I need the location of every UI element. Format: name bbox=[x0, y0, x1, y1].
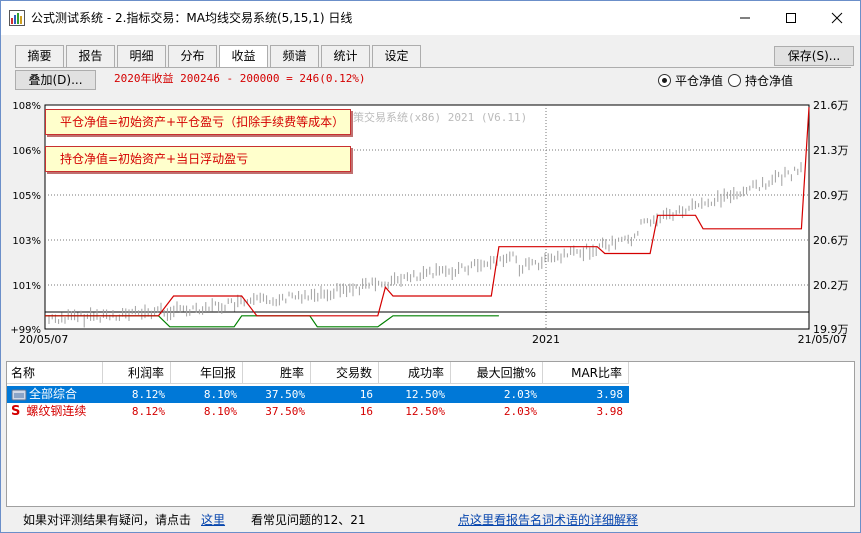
column-header[interactable]: 交易数 bbox=[311, 362, 379, 384]
radio-unchecked-icon bbox=[728, 73, 741, 87]
footer-bar: 如果对评测结果有疑问，请点击 这里 看常见问题的12、21 点这里看报告名词术语… bbox=[1, 509, 860, 533]
y-tick-right: 21.6万 bbox=[813, 99, 849, 112]
tab-5[interactable]: 频谱 bbox=[270, 45, 319, 67]
tab-4[interactable]: 收益 bbox=[219, 45, 268, 68]
overlay-button[interactable]: 叠加(D)... bbox=[15, 70, 96, 90]
x-tick: 2021 bbox=[532, 333, 560, 346]
summary-label: 2020年收益 bbox=[114, 72, 174, 85]
table-cell: 8.10% bbox=[171, 386, 243, 403]
tab-3[interactable]: 分布 bbox=[168, 45, 217, 67]
table-cell: 2.03% bbox=[451, 386, 543, 403]
radio-position-equity-label: 持仓净值 bbox=[745, 73, 794, 88]
window-title: 公式测试系统 - 2.指标交易：MA均线交易系统(5,15,1) 日线 bbox=[31, 11, 353, 25]
table-cell: 16 bbox=[359, 405, 373, 418]
app-icon bbox=[9, 10, 25, 26]
tab-2[interactable]: 明细 bbox=[117, 45, 166, 67]
maximize-icon bbox=[786, 13, 796, 23]
table-cell: 37.50% bbox=[243, 386, 311, 403]
table-cell: 37.50% bbox=[265, 405, 305, 418]
y-tick-right: 21.3万 bbox=[813, 144, 849, 157]
column-header[interactable]: 利润率 bbox=[103, 362, 171, 384]
tab-divider bbox=[15, 67, 851, 68]
table-row[interactable]: 全部综合 8.12% 8.10% 37.50% 16 12.50% 2.03% 3.98 bbox=[7, 386, 629, 403]
table-cell: 12.50% bbox=[379, 386, 451, 403]
x-tick: 20/05/07 bbox=[19, 333, 68, 346]
footer-middle: 看常见问题的12、21 bbox=[251, 513, 366, 527]
legend-closed-equity: 平仓净值=初始资产+平仓盈亏（扣除手续费等成本） bbox=[45, 109, 351, 135]
table-cell-name: S 螺纹钢连续 bbox=[7, 403, 103, 420]
maximize-button[interactable] bbox=[768, 1, 814, 35]
column-header[interactable]: 名称 bbox=[7, 362, 103, 384]
faq-link[interactable]: 这里 bbox=[201, 509, 225, 531]
radio-closed-equity-label: 平仓净值 bbox=[675, 73, 724, 88]
radio-position-equity[interactable]: 持仓净值 bbox=[728, 72, 793, 88]
column-header[interactable]: 年回报 bbox=[171, 362, 243, 384]
y-tick-right: 20.6万 bbox=[813, 234, 849, 247]
table-cell: 8.10% bbox=[203, 405, 237, 418]
app-window: 公式测试系统 - 2.指标交易：MA均线交易系统(5,15,1) 日线 摘要 报告… bbox=[0, 0, 861, 533]
minimize-icon bbox=[740, 17, 750, 19]
table-cell: 8.12% bbox=[131, 405, 165, 418]
equity-chart: 策交易系统(x86) 2021 (V6.11) 108% 106% 105% 103% 1… bbox=[10, 99, 849, 346]
table-header: 名称 利润率 年回报 胜率 交易数 成功率 最大回撤% MAR比率 bbox=[7, 362, 629, 384]
table-cell: 8.12% bbox=[103, 386, 171, 403]
tab-7[interactable]: 设定 bbox=[372, 45, 421, 67]
minimize-button[interactable] bbox=[722, 1, 768, 35]
y-tick-left: 103% bbox=[12, 236, 41, 247]
table-cell: 3.98 bbox=[543, 386, 629, 403]
table-cell: 3.98 bbox=[596, 405, 624, 418]
results-table: 名称 利润率 年回报 胜率 交易数 成功率 最大回撤% MAR比率 全部综合 8.12% 8.10… bbox=[6, 361, 855, 507]
y-tick-left: 105% bbox=[12, 191, 41, 202]
table-cell: 12.50% bbox=[405, 405, 445, 418]
column-header[interactable]: 最大回撤% bbox=[451, 362, 543, 384]
tab-1[interactable]: 报告 bbox=[66, 45, 115, 67]
radio-closed-equity[interactable]: 平仓净值 bbox=[658, 72, 723, 88]
summary-value: 200246 - 200000 = 246(0.12%) bbox=[180, 72, 366, 85]
year-summary: 2020年收益 200246 - 200000 = 246(0.12%) bbox=[114, 72, 366, 86]
y-tick-right: 20.9万 bbox=[813, 189, 849, 202]
column-header[interactable]: 成功率 bbox=[379, 362, 451, 384]
close-icon bbox=[831, 12, 843, 24]
table-cell: 16 bbox=[311, 386, 379, 403]
y-tick-right: 20.2万 bbox=[813, 279, 849, 292]
row-name: 全部综合 bbox=[29, 387, 78, 401]
folder-icon bbox=[11, 389, 27, 401]
row-name: 螺纹钢连续 bbox=[26, 404, 87, 418]
column-header[interactable]: MAR比率 bbox=[543, 362, 629, 384]
y-tick-left: 101% bbox=[12, 281, 41, 292]
radio-checked-icon bbox=[658, 73, 671, 87]
tab-0[interactable]: 摘要 bbox=[15, 45, 64, 67]
tab-6[interactable]: 统计 bbox=[321, 45, 370, 67]
x-tick: 21/05/07 bbox=[798, 333, 847, 346]
title-bar: 公式测试系统 - 2.指标交易：MA均线交易系统(5,15,1) 日线 bbox=[1, 1, 860, 35]
table-cell: 2.03% bbox=[503, 405, 537, 418]
s-icon: S bbox=[11, 404, 21, 419]
save-button[interactable]: 保存(S)... bbox=[774, 46, 854, 66]
y-tick-left: 108% bbox=[12, 101, 41, 112]
table-row[interactable]: S 螺纹钢连续 8.12% 8.10% 37.50% 16 12.50% 2.03% 3.98 bbox=[7, 403, 629, 420]
y-tick-left: 106% bbox=[12, 146, 41, 157]
column-header[interactable]: 胜率 bbox=[243, 362, 311, 384]
watermark: 策交易系统(x86) 2021 (V6.11) bbox=[353, 110, 527, 124]
glossary-link[interactable]: 点这里看报告名词术语的详细解释 bbox=[458, 509, 638, 531]
close-button[interactable] bbox=[814, 1, 860, 35]
legend-position-equity: 持仓净值=初始资产+当日浮动盈亏 bbox=[45, 146, 351, 172]
footer-prefix: 如果对评测结果有疑问，请点击 bbox=[23, 513, 192, 527]
table-cell-name: 全部综合 bbox=[7, 386, 103, 403]
